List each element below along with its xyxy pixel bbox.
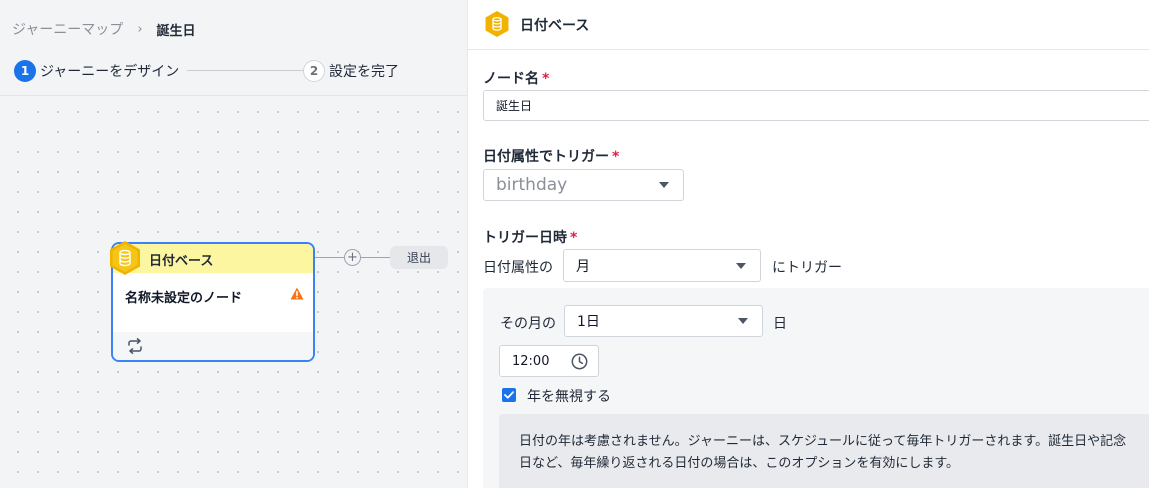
trigger-datetime-label-text: トリガー日時	[483, 230, 567, 246]
node-type-label: 日付ベース	[149, 254, 214, 269]
node-settings-panel: 日付ベース ノード名 * 誕生日 日付属性でトリガー * birthday トリガー…	[467, 0, 1149, 488]
step-design[interactable]: 1 ジャーニーをデザイン	[14, 60, 179, 82]
required-marker: *	[570, 230, 578, 246]
checkmark-icon	[504, 391, 514, 399]
trigger-detail-box: その月の 1日 日 12:00 年を無視する 日付の年は考慮されません。ジャーニ…	[483, 288, 1149, 488]
node-name-label-text: ノード名	[483, 71, 539, 87]
day-suffix-text: 日	[773, 316, 787, 332]
recurring-icon[interactable]	[127, 338, 143, 354]
required-marker: *	[542, 71, 550, 87]
node-name-input[interactable]: 誕生日	[483, 90, 1149, 121]
clock-icon	[571, 353, 588, 370]
trigger-datetime-label: トリガー日時 *	[483, 227, 577, 247]
breadcrumb-current: 誕生日	[156, 23, 196, 39]
day-prefix-text: その月の	[500, 316, 556, 332]
node-name-label: ノード名 *	[483, 68, 549, 88]
step-complete-settings[interactable]: 2 設定を完了	[303, 60, 399, 82]
journey-map-pane: ジャーニーマップ › 誕生日 1 ジャーニーをデザイン 2 設定を完了 日付ベー…	[0, 0, 467, 488]
time-value: 12:00	[512, 353, 550, 369]
trigger-attribute-label-text: 日付属性でトリガー	[483, 149, 609, 165]
trigger-unit-select[interactable]: 月	[563, 249, 761, 282]
add-node-button[interactable]: +	[344, 249, 361, 266]
chevron-down-icon	[738, 318, 748, 324]
stepper: 1 ジャーニーをデザイン 2 設定を完了	[14, 60, 454, 82]
journey-node[interactable]: 日付ベース 名称未設定のノード	[110, 241, 315, 362]
trigger-attribute-label: 日付属性でトリガー *	[483, 146, 619, 166]
node-footer	[113, 332, 313, 360]
breadcrumb-journey-map-link[interactable]: ジャーニーマップ	[12, 19, 123, 39]
trigger-prefix-text: 日付属性の	[483, 260, 553, 276]
breadcrumb: ジャーニーマップ › 誕生日	[12, 19, 196, 39]
exit-node[interactable]: 退出	[390, 246, 448, 269]
trigger-attribute-select[interactable]: birthday	[483, 169, 684, 201]
trigger-suffix-text: にトリガー	[772, 260, 842, 276]
time-input[interactable]: 12:00	[499, 345, 599, 377]
chevron-down-icon	[659, 182, 669, 188]
step-connector-line	[187, 70, 309, 71]
breadcrumb-separator: ›	[137, 21, 143, 37]
database-icon	[485, 11, 509, 37]
required-marker: *	[612, 149, 620, 165]
step-number: 2	[303, 60, 325, 82]
node-header: 日付ベース	[113, 244, 313, 273]
panel-title: 日付ベース	[520, 18, 590, 34]
info-box: 日付の年は考慮されません。ジャーニーは、スケジュールに従って毎年トリガーされます…	[499, 414, 1149, 488]
step-label: ジャーニーをデザイン	[40, 64, 180, 80]
database-icon	[110, 241, 140, 275]
ignore-year-checkbox[interactable]	[502, 388, 516, 402]
ignore-year-label[interactable]: 年を無視する	[527, 386, 611, 406]
info-text: 日付の年は考慮されません。ジャーニーは、スケジュールに従って毎年トリガーされます…	[519, 434, 1127, 471]
trigger-unit-value: 月	[576, 258, 590, 275]
day-select[interactable]: 1日	[564, 305, 763, 337]
day-value: 1日	[577, 314, 600, 330]
journey-header: ジャーニーマップ › 誕生日 1 ジャーニーをデザイン 2 設定を完了	[0, 0, 467, 96]
trigger-attribute-value: birthday	[496, 175, 568, 195]
chevron-down-icon	[736, 262, 746, 269]
step-number: 1	[14, 60, 36, 82]
panel-header: 日付ベース	[468, 0, 1149, 50]
node-name: 名称未設定のノード	[125, 291, 243, 306]
warning-icon	[290, 287, 304, 300]
step-label: 設定を完了	[329, 64, 399, 80]
